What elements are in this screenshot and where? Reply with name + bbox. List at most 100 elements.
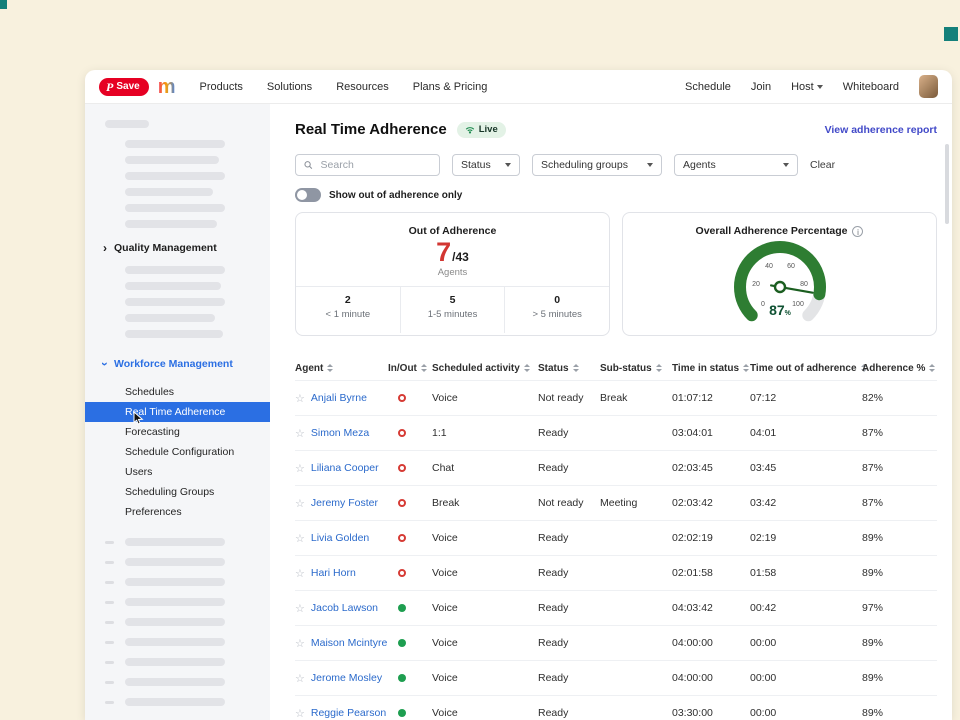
sort-icon[interactable] xyxy=(573,364,579,372)
agent-link[interactable]: Jerome Mosley xyxy=(311,672,382,684)
table-row[interactable]: ☆Jeremy FosterBreakNot readyMeeting02:03… xyxy=(295,485,937,520)
nav-link-plans-pricing[interactable]: Plans & Pricing xyxy=(413,81,488,93)
sort-icon[interactable] xyxy=(524,364,530,372)
nav-link-resources[interactable]: Resources xyxy=(336,81,389,93)
table-row[interactable]: ☆Jacob LawsonVoiceReady04:03:4200:4297% xyxy=(295,590,937,625)
time-in-status-cell: 02:03:42 xyxy=(672,497,750,509)
star-icon[interactable]: ☆ xyxy=(295,707,305,720)
agent-link[interactable]: Jeremy Foster xyxy=(311,497,378,509)
star-icon[interactable]: ☆ xyxy=(295,637,305,650)
agent-link[interactable]: Simon Meza xyxy=(311,427,369,439)
app-window: P Save m Products Solutions Resources Pl… xyxy=(85,70,952,720)
table-row[interactable]: ☆Maison McintyreVoiceReady04:00:0000:008… xyxy=(295,625,937,660)
table-row[interactable]: ☆Hari HornVoiceReady02:01:5801:5889% xyxy=(295,555,937,590)
nav-link-solutions[interactable]: Solutions xyxy=(267,81,312,93)
table-row[interactable]: ☆Anjali ByrneVoiceNot readyBreak01:07:12… xyxy=(295,380,937,415)
sidebar-item-scheduling-groups[interactable]: Scheduling Groups xyxy=(85,482,270,502)
skeleton-dash xyxy=(105,641,114,644)
status-dropdown[interactable]: Status xyxy=(452,154,520,176)
agent-link[interactable]: Anjali Byrne xyxy=(311,392,367,404)
inout-cell xyxy=(388,392,432,404)
sort-icon[interactable] xyxy=(929,364,935,372)
clear-filters-button[interactable]: Clear xyxy=(810,159,835,171)
user-avatar[interactable] xyxy=(919,75,938,98)
agent-link[interactable]: Liliana Cooper xyxy=(311,462,379,474)
skeleton-dash xyxy=(105,701,114,704)
column-header[interactable]: In/Out xyxy=(388,363,432,374)
agent-cell: ☆ Anjali Byrne xyxy=(295,392,388,405)
table-row[interactable]: ☆Jerome MosleyVoiceReady04:00:0000:0089% xyxy=(295,660,937,695)
brand-logo-m[interactable]: m xyxy=(158,77,176,97)
star-icon[interactable]: ☆ xyxy=(295,497,305,510)
sidebar-item-real-time-adherence[interactable]: Real Time Adherence xyxy=(85,402,270,422)
agent-cell: ☆ Maison Mcintyre xyxy=(295,637,388,650)
nav-link-host[interactable]: Host xyxy=(791,81,823,93)
out-of-adherence-toggle[interactable] xyxy=(295,188,321,202)
status-cell: Ready xyxy=(538,567,600,579)
column-header[interactable]: Adherence % xyxy=(862,363,937,374)
nav-link-schedule[interactable]: Schedule xyxy=(685,81,731,93)
table-row[interactable]: ☆Reggie PearsonVoiceReady03:30:0000:0089… xyxy=(295,695,937,720)
sidebar-item-forecasting[interactable]: Forecasting xyxy=(85,422,270,442)
gauge-tick-20: 20 xyxy=(752,281,760,288)
star-icon[interactable]: ☆ xyxy=(295,462,305,475)
agent-link[interactable]: Jacob Lawson xyxy=(311,602,378,614)
column-header[interactable]: Scheduled activity xyxy=(432,363,538,374)
skeleton-bar xyxy=(125,658,225,666)
star-icon[interactable]: ☆ xyxy=(295,672,305,685)
agent-link[interactable]: Maison Mcintyre xyxy=(311,637,387,649)
column-header[interactable]: Time in status xyxy=(672,363,750,374)
inout-dot-in xyxy=(398,709,406,717)
sort-icon[interactable] xyxy=(327,364,333,372)
star-icon[interactable]: ☆ xyxy=(295,602,305,615)
skeleton-bar xyxy=(125,140,225,148)
star-icon[interactable]: ☆ xyxy=(295,427,305,440)
sidebar-item-users[interactable]: Users xyxy=(85,462,270,482)
time-in-status-cell: 04:00:00 xyxy=(672,672,750,684)
search-input[interactable] xyxy=(319,158,431,172)
nav-link-join[interactable]: Join xyxy=(751,81,771,93)
nav-link-products[interactable]: Products xyxy=(200,81,243,93)
column-header[interactable]: Status xyxy=(538,363,600,374)
table-row[interactable]: ☆Livia GoldenVoiceReady02:02:1902:1989% xyxy=(295,520,937,555)
sidebar-skeleton-list xyxy=(85,538,270,706)
time-out-of-adherence-cell: 03:45 xyxy=(750,462,862,474)
info-icon[interactable]: i xyxy=(852,226,863,237)
agent-link[interactable]: Livia Golden xyxy=(311,532,369,544)
pinterest-save-button[interactable]: P Save xyxy=(99,78,149,96)
star-icon[interactable]: ☆ xyxy=(295,392,305,405)
sidebar-item-schedule-configuration[interactable]: Schedule Configuration xyxy=(85,442,270,462)
sort-icon[interactable] xyxy=(743,364,749,372)
sidebar-item-schedules[interactable]: Schedules xyxy=(85,382,270,402)
column-header[interactable]: Sub-status xyxy=(600,363,672,374)
agents-dropdown[interactable]: Agents xyxy=(674,154,798,176)
time-in-status-cell: 04:00:00 xyxy=(672,637,750,649)
sidebar-item-preferences[interactable]: Preferences xyxy=(85,502,270,522)
overall-adherence-card: Overall Adherence Percentage i 0 20 40 6… xyxy=(622,212,937,336)
adherence-cell: 89% xyxy=(862,637,937,649)
pinterest-icon: P xyxy=(106,81,113,93)
agent-link[interactable]: Reggie Pearson xyxy=(311,707,386,719)
sort-icon[interactable] xyxy=(421,364,427,372)
skeleton-dash xyxy=(105,621,114,624)
scrollbar-thumb[interactable] xyxy=(945,144,949,224)
star-icon[interactable]: ☆ xyxy=(295,567,305,580)
nav-link-whiteboard[interactable]: Whiteboard xyxy=(843,81,899,93)
skeleton-bar xyxy=(125,618,225,626)
time-out-of-adherence-cell: 00:00 xyxy=(750,707,862,719)
adherence-cell: 87% xyxy=(862,497,937,509)
status-cell: Ready xyxy=(538,672,600,684)
star-icon[interactable]: ☆ xyxy=(295,532,305,545)
scheduling-groups-dropdown[interactable]: Scheduling groups xyxy=(532,154,662,176)
column-header[interactable]: Agent xyxy=(295,363,388,374)
sidebar-section-quality-management[interactable]: › Quality Management xyxy=(103,242,270,254)
agent-link[interactable]: Hari Horn xyxy=(311,567,356,579)
table-row[interactable]: ☆Simon Meza1:1Ready03:04:0104:0187% xyxy=(295,415,937,450)
column-header[interactable]: Time out of adherence xyxy=(750,363,862,374)
table-row[interactable]: ☆Liliana CooperChatReady02:03:4503:4587% xyxy=(295,450,937,485)
sort-icon[interactable] xyxy=(656,364,662,372)
time-in-status-cell: 03:30:00 xyxy=(672,707,750,719)
search-input-wrapper[interactable] xyxy=(295,154,440,176)
view-adherence-report-link[interactable]: View adherence report xyxy=(825,124,937,136)
sidebar-section-workforce-management[interactable]: › Workforce Management xyxy=(103,358,270,370)
